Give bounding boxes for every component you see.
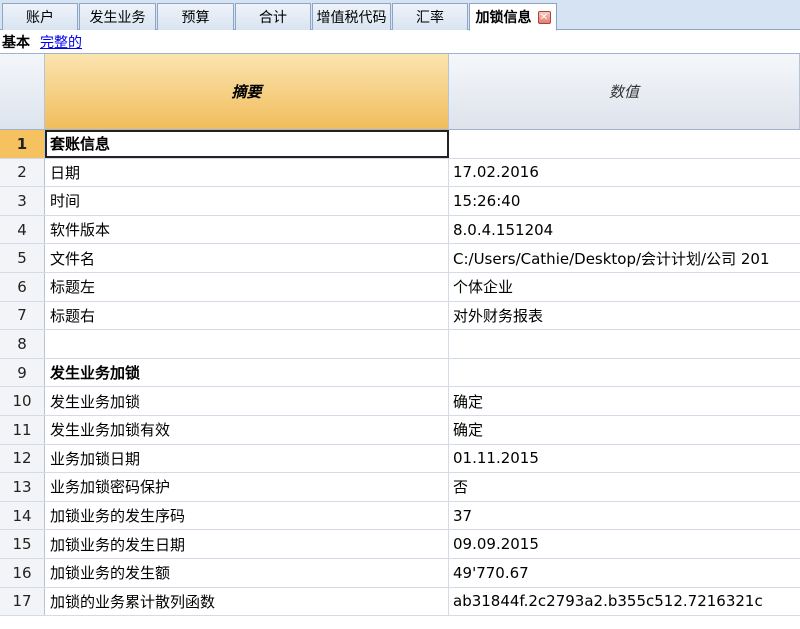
- cell-description[interactable]: 加锁的业务累计散列函数: [45, 587, 449, 616]
- row-number[interactable]: 2: [0, 158, 45, 187]
- row-number[interactable]: 7: [0, 301, 45, 330]
- cell-description[interactable]: 加锁业务的发生日期: [45, 530, 449, 558]
- column-header-description[interactable]: 摘要: [45, 54, 449, 130]
- table-row[interactable]: 11 发生业务加锁有效 确定: [0, 415, 800, 445]
- table-row[interactable]: 1 套账信息: [0, 130, 800, 159]
- cell-value[interactable]: [449, 130, 800, 158]
- table-row[interactable]: 9 发生业务加锁: [0, 358, 800, 388]
- cell-description[interactable]: 业务加锁密码保护: [45, 473, 449, 501]
- column-header-label: 摘要: [231, 83, 262, 101]
- cell-value[interactable]: 否: [449, 473, 800, 501]
- view-selector: 基本 完整的: [0, 31, 800, 53]
- view-complete-link[interactable]: 完整的: [40, 32, 82, 52]
- tab-lock-info[interactable]: 加锁信息 ✕: [469, 3, 557, 31]
- cell-description[interactable]: 软件版本: [45, 215, 449, 244]
- cell-description[interactable]: 日期: [45, 158, 449, 187]
- row-number[interactable]: 13: [0, 473, 45, 501]
- view-basic[interactable]: 基本: [2, 32, 30, 52]
- column-header-value[interactable]: 数值: [449, 54, 800, 130]
- tab-label: 加锁信息: [475, 10, 532, 26]
- cell-value[interactable]: 37: [449, 502, 800, 530]
- table-row[interactable]: 8: [0, 330, 800, 359]
- cell-value[interactable]: 8.0.4.151204: [449, 216, 800, 244]
- column-header-label: 数值: [608, 83, 639, 101]
- cell-value[interactable]: [449, 330, 800, 358]
- cell-description[interactable]: 发生业务加锁: [45, 358, 449, 387]
- table-row[interactable]: 7 标题右 对外财务报表: [0, 301, 800, 331]
- cell-value[interactable]: 01.11.2015: [449, 445, 800, 473]
- table-row[interactable]: 13 业务加锁密码保护否: [0, 473, 800, 502]
- row-number[interactable]: 12: [0, 444, 45, 473]
- table-row[interactable]: 15 加锁业务的发生日期 09.09.2015: [0, 530, 800, 559]
- cell-value[interactable]: 对外财务报表: [449, 302, 800, 330]
- cell-description[interactable]: 业务加锁日期: [45, 444, 449, 473]
- row-number[interactable]: 8: [0, 330, 45, 358]
- tab-label: 合计: [259, 10, 287, 26]
- cell-description[interactable]: 发生业务加锁有效: [45, 415, 449, 444]
- tab-bar: 账户 发生业务 预算 合计 增值税代码 汇率 加锁信息 ✕: [0, 0, 800, 31]
- tab-accounts[interactable]: 账户: [2, 3, 78, 30]
- table-row[interactable]: 12 业务加锁日期 01.11.2015: [0, 444, 800, 474]
- table-corner[interactable]: [0, 54, 45, 130]
- tab-totals[interactable]: 合计: [235, 3, 311, 30]
- tab-exchange-rates[interactable]: 汇率: [392, 3, 468, 30]
- cell-value[interactable]: ab31844f.2c2793a2.b355c512.7216321c: [449, 588, 800, 616]
- row-number[interactable]: 11: [0, 415, 45, 444]
- cell-description[interactable]: 发生业务加锁: [45, 387, 449, 415]
- cell-description[interactable]: 加锁业务的发生序码: [45, 501, 449, 530]
- tab-label: 汇率: [416, 10, 444, 26]
- row-number[interactable]: 4: [0, 215, 45, 244]
- cell-value[interactable]: 15:26:40: [449, 187, 800, 215]
- cell-description[interactable]: 文件名: [45, 244, 449, 272]
- table-row[interactable]: 2 日期 17.02.2016: [0, 158, 800, 188]
- table-row[interactable]: 3 时间 15:26:40: [0, 187, 800, 216]
- table-row[interactable]: 5 文件名 C:/Users/Cathie/Desktop/会计计划/公司 201: [0, 244, 800, 273]
- row-number[interactable]: 17: [0, 587, 45, 616]
- row-number[interactable]: 14: [0, 501, 45, 530]
- row-number[interactable]: 3: [0, 187, 45, 215]
- cell-description[interactable]: 套账信息: [45, 130, 449, 158]
- data-table: 摘要 数值 1 套账信息 2 日期 17.02.2016 3 时间 15:26:40 4软…: [0, 53, 800, 629]
- cell-value[interactable]: 09.09.2015: [449, 530, 800, 558]
- row-number[interactable]: 15: [0, 530, 45, 558]
- row-number[interactable]: 9: [0, 358, 45, 387]
- table-row[interactable]: 17 加锁的业务累计散列函数 ab31844f.2c2793a2.b355c512.…: [0, 587, 800, 617]
- cell-description[interactable]: 时间: [45, 187, 449, 215]
- tab-transactions[interactable]: 发生业务: [79, 3, 156, 30]
- cell-description[interactable]: 标题左: [45, 272, 449, 301]
- row-number[interactable]: 6: [0, 272, 45, 301]
- tab-label: 增值税代码: [316, 10, 387, 26]
- cell-value[interactable]: 49'770.67: [449, 559, 800, 587]
- row-number[interactable]: 10: [0, 387, 45, 415]
- table-row[interactable]: 10 发生业务加锁 确定: [0, 387, 800, 416]
- cell-description[interactable]: 标题右: [45, 301, 449, 330]
- close-icon[interactable]: ✕: [537, 10, 551, 24]
- cell-value[interactable]: 个体企业: [449, 273, 800, 301]
- row-number[interactable]: 1: [0, 130, 45, 158]
- tab-label: 账户: [26, 10, 54, 26]
- tab-budget[interactable]: 预算: [157, 3, 234, 30]
- tab-label: 预算: [181, 10, 210, 26]
- row-number[interactable]: 5: [0, 244, 45, 272]
- cell-description[interactable]: 加锁业务的发生额: [45, 558, 449, 587]
- tab-label: 发生业务: [89, 10, 146, 26]
- cell-value[interactable]: 确定: [449, 416, 800, 444]
- cell-value[interactable]: C:/Users/Cathie/Desktop/会计计划/公司 201: [449, 244, 800, 272]
- cell-value[interactable]: 确定: [449, 387, 800, 415]
- cell-value[interactable]: [449, 359, 800, 387]
- table-row[interactable]: 6 标题左 个体企业: [0, 272, 800, 302]
- table-body: 1 套账信息 2 日期 17.02.2016 3 时间 15:26:40 4 软件版本 8.0…: [0, 130, 800, 617]
- row-number[interactable]: 16: [0, 558, 45, 587]
- cell-description[interactable]: [45, 330, 449, 358]
- table-row[interactable]: 4 软件版本 8.0.4.151204: [0, 215, 800, 245]
- table-row[interactable]: 14 加锁业务的发生序码 37: [0, 501, 800, 531]
- cell-value[interactable]: 17.02.2016: [449, 159, 800, 187]
- tab-vat-codes[interactable]: 增值税代码: [312, 3, 391, 30]
- table-row[interactable]: 16 加锁业务的发生额 49'770.67: [0, 558, 800, 588]
